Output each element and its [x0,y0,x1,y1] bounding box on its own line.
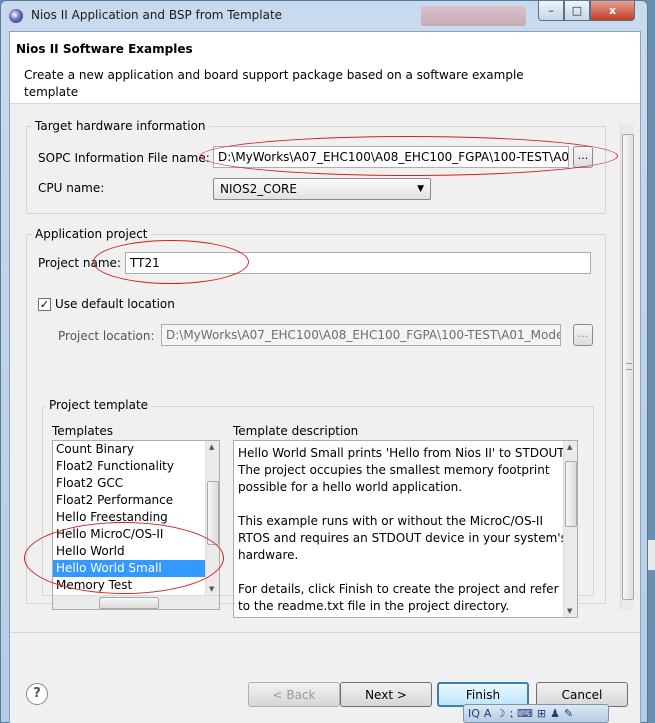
page-description: Create a new application and board suppo… [24,68,524,99]
template-list-item[interactable]: Hello Freestanding [53,509,219,526]
templates-list-vthumb[interactable] [207,481,219,545]
window-title: Nios II Application and BSP from Templat… [31,8,283,22]
ime-mode-icon[interactable]: IQ [468,707,480,720]
template-items-container: Count Binary Float2 Functionality Float2 G… [53,441,219,609]
maximize-button[interactable]: □ [564,1,590,21]
template-description-text: Hello World Small prints 'Hello from Nio… [238,446,568,613]
application-project-label: Application project [32,227,151,241]
templates-list-hscroll[interactable] [53,595,219,609]
grid-icon[interactable]: ⊞ [537,707,546,720]
cpu-name-label: CPU name: [38,181,105,195]
background-window-tab [421,6,526,26]
title-bar[interactable]: Nios II Application and BSP from Templat… [1,1,649,31]
cpu-name-value: NIOS2_CORE [220,182,297,196]
description-vscroll[interactable]: ▲ ▼ [563,441,577,617]
next-button[interactable]: Next > [340,682,432,707]
eclipse-app-icon [9,9,23,23]
page-vscroll[interactable] [620,124,634,610]
use-default-location-label: Use default location [55,297,175,311]
scroll-down-arrow-icon[interactable]: ▼ [567,607,572,615]
target-hardware-label: Target hardware information [32,119,209,133]
moon-icon[interactable]: ☽ [495,707,505,720]
templates-list-hthumb[interactable] [99,597,159,609]
description-vthumb[interactable] [565,461,577,527]
scroll-down-arrow-icon[interactable]: ▼ [209,585,214,593]
keyboard-icon[interactable]: ⌨ [517,707,533,720]
template-list-item[interactable]: Hello MicroC/OS-II [53,526,219,543]
use-default-location-checkbox[interactable]: ✓ [38,298,51,311]
minimize-button[interactable]: – [538,1,564,21]
project-location-browse-button[interactable]: ... [573,324,593,346]
sopc-file-label: SOPC Information File name: [38,151,210,165]
template-description-label: Template description [233,424,359,438]
sopc-browse-button[interactable]: ... [573,146,593,168]
dialog-window: Nios II Application and BSP from Templat… [0,0,648,723]
template-list-item[interactable]: Float2 GCC [53,475,219,492]
templates-label: Templates [52,424,114,438]
templates-list[interactable]: Count Binary Float2 Functionality Float2 G… [52,440,220,610]
user-icon[interactable]: ♟ [550,707,560,720]
help-icon[interactable]: ? [26,683,48,705]
wizard-body: Target hardware information SOPC Informa… [10,104,640,624]
cpu-name-select[interactable]: NIOS2_CORE ▼ [213,178,431,200]
project-location-label: Project location: [58,329,155,343]
project-template-label: Project template [46,398,152,412]
ime-toolbar[interactable]: IQ A ☽ ⁏ ⌨ ⊞ ♟ ✎ [463,704,609,723]
page-vthumb[interactable] [622,134,634,600]
sopc-file-input[interactable]: D:\MyWorks\A07_EHC100\A08_EHC100_FGPA\10… [213,146,569,168]
dialog-client-area: Nios II Software Examples Create a new a… [9,31,641,723]
scroll-up-arrow-icon[interactable]: ▲ [567,443,572,451]
font-icon[interactable]: A [484,707,492,720]
back-button[interactable]: < Back [248,682,340,707]
project-name-label: Project name: [38,256,121,270]
close-button[interactable]: x [590,1,635,21]
template-list-item[interactable]: Count Binary [53,441,219,458]
scroll-up-arrow-icon[interactable]: ▲ [209,443,214,451]
template-description-box: Hello World Small prints 'Hello from Nio… [233,440,578,618]
background-window-fragment [648,540,655,570]
template-list-item[interactable]: Memory Test [53,577,219,594]
template-list-item[interactable]: Float2 Performance [53,492,219,509]
template-list-item[interactable]: Hello World Small [53,560,219,577]
template-list-item[interactable]: Hello World [53,543,219,560]
project-name-input[interactable]: TT21 [125,252,591,274]
dropdown-arrow-icon: ▼ [417,184,424,194]
tool-icon[interactable]: ✎ [564,707,573,720]
grip-icon [626,363,632,370]
page-title: Nios II Software Examples [16,42,193,56]
punctuation-icon[interactable]: ⁏ [509,707,513,720]
wizard-header: Nios II Software Examples Create a new a… [10,32,640,104]
template-list-item[interactable]: Float2 Functionality [53,458,219,475]
project-location-input[interactable]: D:\MyWorks\A07_EHC100\A08_EHC100_FGPA\10… [161,324,561,346]
templates-list-vscroll[interactable]: ▲ ▼ [205,441,219,609]
target-hardware-group [26,126,606,214]
